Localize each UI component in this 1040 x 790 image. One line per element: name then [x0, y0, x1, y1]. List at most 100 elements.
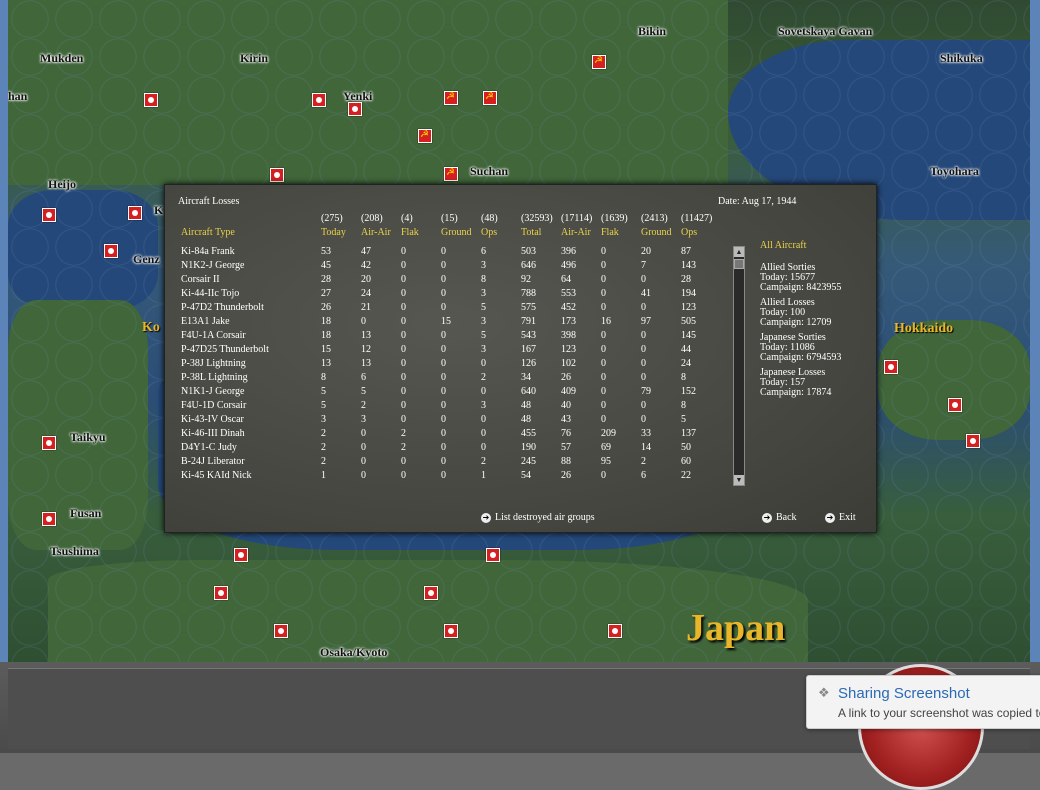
japanese-unit-icon[interactable]	[948, 398, 962, 412]
column-header[interactable]: Ground	[441, 227, 472, 238]
column-header[interactable]: Total	[521, 227, 541, 238]
loss-value-cell: 126	[521, 358, 536, 369]
column-header[interactable]: Air-Air	[561, 227, 591, 238]
back-button[interactable]: ➔ Back	[762, 512, 797, 523]
loss-value-cell: 48	[521, 400, 531, 411]
summary-campaign: Campaign: 12709	[760, 317, 832, 328]
japanese-unit-icon[interactable]	[966, 434, 980, 448]
loss-value-cell: 2	[321, 428, 326, 439]
soviet-unit-icon[interactable]	[418, 129, 432, 143]
loss-value-cell: 14	[641, 442, 651, 453]
japanese-unit-icon[interactable]	[144, 93, 158, 107]
loss-value-cell: 28	[681, 274, 691, 285]
column-header[interactable]: Today	[321, 227, 346, 238]
loss-value-cell: 0	[361, 456, 366, 467]
loss-value-cell: 0	[401, 456, 406, 467]
soviet-unit-icon[interactable]	[444, 167, 458, 181]
loss-value-cell: 145	[681, 330, 696, 341]
loss-value-cell: 76	[561, 428, 571, 439]
japanese-unit-icon[interactable]	[348, 102, 362, 116]
loss-value-cell: 15	[441, 316, 451, 327]
japanese-unit-icon[interactable]	[312, 93, 326, 107]
loss-value-cell: 79	[641, 386, 651, 397]
loss-value-cell: 0	[641, 302, 646, 313]
aircraft-type-cell: P-38L Lightning	[181, 372, 248, 383]
summary-panel: All Aircraft Allied Sorties Today: 15677…	[760, 241, 841, 403]
column-header[interactable]: Flak	[601, 227, 619, 238]
list-destroyed-air-groups-button[interactable]: ➔ List destroyed air groups	[481, 512, 595, 523]
place-label: Genz	[133, 252, 160, 266]
loss-value-cell: 0	[441, 302, 446, 313]
table-scrollbar[interactable]: ▲ ▼	[733, 246, 745, 486]
column-header[interactable]: Ops	[481, 227, 497, 238]
japanese-unit-icon[interactable]	[104, 244, 118, 258]
japanese-unit-icon[interactable]	[608, 624, 622, 638]
loss-value-cell: 0	[641, 372, 646, 383]
loss-value-cell: 5	[361, 386, 366, 397]
summary-block: Allied Sorties Today: 15677 Campaign: 84…	[760, 263, 841, 293]
loss-value-cell: 8	[481, 274, 486, 285]
scroll-down-icon[interactable]: ▼	[734, 475, 744, 485]
loss-value-cell: 0	[441, 428, 446, 439]
loss-value-cell: 2	[481, 372, 486, 383]
japanese-unit-icon[interactable]	[274, 624, 288, 638]
loss-value-cell: 53	[321, 246, 331, 257]
japanese-unit-icon[interactable]	[486, 548, 500, 562]
loss-value-cell: 24	[681, 358, 691, 369]
column-header[interactable]: Ground	[641, 227, 672, 238]
scroll-up-icon[interactable]: ▲	[734, 247, 744, 257]
loss-value-cell: 553	[561, 288, 576, 299]
soviet-unit-icon[interactable]	[483, 91, 497, 105]
loss-value-cell: 0	[641, 414, 646, 425]
loss-value-cell: 16	[601, 316, 611, 327]
loss-value-cell: 95	[601, 456, 611, 467]
loss-value-cell: 0	[441, 288, 446, 299]
notification-title: Sharing Screenshot	[838, 685, 970, 702]
japanese-unit-icon[interactable]	[444, 624, 458, 638]
column-header[interactable]: Air-Air	[361, 227, 391, 238]
loss-value-cell: 92	[521, 274, 531, 285]
place-label: Fusan	[70, 506, 102, 520]
japanese-unit-icon[interactable]	[234, 548, 248, 562]
loss-value-cell: 0	[401, 414, 406, 425]
loss-value-cell: 44	[681, 344, 691, 355]
japanese-unit-icon[interactable]	[128, 206, 142, 220]
loss-value-cell: 0	[401, 386, 406, 397]
loss-value-cell: 0	[601, 358, 606, 369]
total-cell: (15)	[441, 213, 458, 224]
button-label: Back	[776, 512, 797, 523]
scroll-thumb[interactable]	[734, 259, 744, 269]
soviet-unit-icon[interactable]	[444, 91, 458, 105]
japanese-unit-icon[interactable]	[42, 208, 56, 222]
loss-value-cell: 0	[361, 470, 366, 481]
aircraft-type-cell: B-24J Liberator	[181, 456, 245, 467]
aircraft-type-cell: N1K2-J George	[181, 260, 245, 271]
column-header[interactable]: Aircraft Type	[181, 227, 235, 238]
japanese-unit-icon[interactable]	[270, 168, 284, 182]
soviet-unit-icon[interactable]	[592, 55, 606, 69]
japanese-unit-icon[interactable]	[214, 586, 228, 600]
total-cell: (1639)	[601, 213, 628, 224]
aircraft-type-cell: Ki-46-III Dinah	[181, 428, 245, 439]
japanese-unit-icon[interactable]	[42, 436, 56, 450]
japanese-unit-icon[interactable]	[42, 512, 56, 526]
loss-value-cell: 0	[401, 330, 406, 341]
exit-button[interactable]: ➔ Exit	[825, 512, 856, 523]
share-notification[interactable]: ❖ Sharing Screenshot A link to your scre…	[806, 675, 1040, 729]
loss-value-cell: 34	[521, 372, 531, 383]
loss-value-cell: 26	[561, 372, 571, 383]
loss-value-cell: 22	[681, 470, 691, 481]
summary-heading[interactable]: All Aircraft	[760, 241, 841, 251]
loss-value-cell: 452	[561, 302, 576, 313]
loss-value-cell: 0	[361, 316, 366, 327]
loss-value-cell: 0	[441, 260, 446, 271]
column-header[interactable]: Flak	[401, 227, 419, 238]
loss-value-cell: 123	[681, 302, 696, 313]
loss-value-cell: 0	[401, 302, 406, 313]
loss-value-cell: 0	[441, 456, 446, 467]
japanese-unit-icon[interactable]	[884, 360, 898, 374]
japanese-unit-icon[interactable]	[424, 586, 438, 600]
loss-value-cell: 5	[321, 400, 326, 411]
column-header[interactable]: Ops	[681, 227, 697, 238]
loss-value-cell: 102	[561, 358, 576, 369]
